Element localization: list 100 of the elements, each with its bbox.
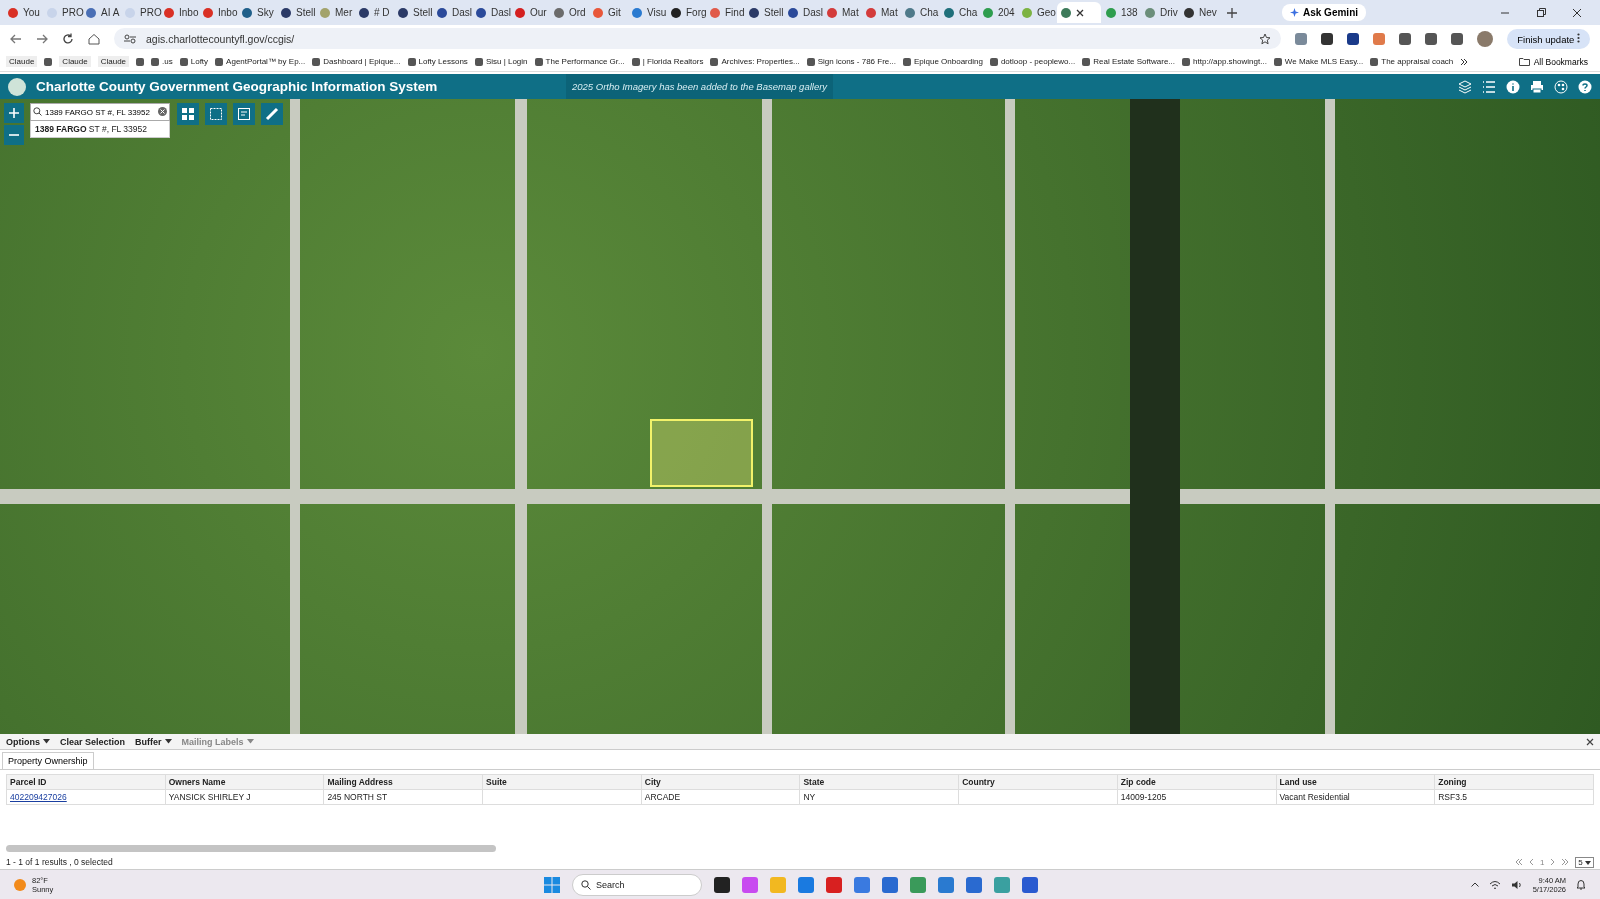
- volume-icon[interactable]: [1510, 879, 1523, 890]
- browser-tab[interactable]: Geo: [1018, 2, 1056, 23]
- first-page-icon[interactable]: [1514, 858, 1523, 866]
- bookmark[interactable]: Archives: Properties...: [710, 57, 800, 66]
- note-icon[interactable]: [237, 107, 251, 121]
- column-header[interactable]: City: [641, 774, 800, 790]
- search-field[interactable]: 1389 FARGO ST #, FL 33952: [30, 103, 170, 121]
- new-tab-icon[interactable]: [1227, 7, 1237, 18]
- bookmark[interactable]: | Florida Realtors: [631, 57, 704, 66]
- bookmark[interactable]: Lofty Lessons: [407, 57, 468, 66]
- column-header[interactable]: Mailing Address: [323, 774, 483, 790]
- bookmark[interactable]: http://app.showingt...: [1182, 57, 1267, 66]
- browser-tab[interactable]: Stell: [394, 2, 432, 23]
- last-page-icon[interactable]: [1561, 858, 1570, 866]
- browser-tab[interactable]: Visu: [628, 2, 666, 23]
- home-icon[interactable]: [88, 32, 100, 45]
- column-header[interactable]: Land use: [1276, 774, 1435, 790]
- app-icon[interactable]: [714, 876, 730, 893]
- extension-icon[interactable]: [1347, 32, 1360, 45]
- column-header[interactable]: State: [799, 774, 959, 790]
- browser-tab[interactable]: Stell: [745, 2, 783, 23]
- windows-start-icon[interactable]: [544, 876, 560, 893]
- back-icon[interactable]: [10, 33, 22, 44]
- column-header[interactable]: Country: [958, 774, 1118, 790]
- taskbar-search[interactable]: Search: [572, 873, 702, 896]
- browser-tab[interactable]: Mat: [823, 2, 861, 23]
- layers-icon[interactable]: [1458, 79, 1472, 94]
- close-tab-icon[interactable]: [1076, 8, 1084, 17]
- bookmark[interactable]: Sign icons - 786 Fre...: [806, 57, 896, 66]
- profile-avatar[interactable]: [1477, 30, 1494, 47]
- active-browser-tab[interactable]: [1057, 2, 1101, 23]
- finish-update-button[interactable]: Finish update: [1507, 28, 1590, 49]
- star-icon[interactable]: [1259, 32, 1272, 45]
- ask-gemini-button[interactable]: Ask Gemini: [1282, 4, 1367, 21]
- column-header[interactable]: Zoning: [1434, 774, 1594, 790]
- toolbar-button[interactable]: Clear Selection: [60, 736, 126, 747]
- reload-icon[interactable]: [62, 32, 74, 45]
- browser-tab[interactable]: # D: [355, 2, 393, 23]
- scrollbar-thumb[interactable]: [6, 845, 496, 852]
- browser-tab[interactable]: Nev: [1180, 2, 1218, 23]
- browser-tab[interactable]: Dasl: [784, 2, 822, 23]
- network-icon[interactable]: [1488, 879, 1501, 890]
- more-bookmarks-icon[interactable]: [1460, 57, 1469, 66]
- zoom-in-icon[interactable]: [9, 108, 19, 118]
- print-icon[interactable]: [1530, 79, 1544, 94]
- browser-tab[interactable]: Cha: [940, 2, 978, 23]
- address-bar[interactable]: agis.charlottecountyfl.gov/ccgis/: [114, 28, 1282, 49]
- column-header[interactable]: Suite: [482, 774, 642, 790]
- toolbar-button[interactable]: Buffer: [135, 736, 172, 747]
- toolbar-button[interactable]: Options: [6, 736, 50, 747]
- extension-icon[interactable]: [1321, 32, 1334, 45]
- browser-tab[interactable]: Cha: [901, 2, 939, 23]
- browser-tab[interactable]: 204: [979, 2, 1017, 23]
- bookmark-icon[interactable]: [44, 57, 53, 66]
- next-page-icon[interactable]: [1550, 858, 1556, 866]
- page-number[interactable]: 1: [1539, 857, 1545, 867]
- browser-tab[interactable]: Mer: [316, 2, 354, 23]
- browser-tab[interactable]: Forg: [667, 2, 705, 23]
- browser-tab[interactable]: Dasl: [433, 2, 471, 23]
- bookmark[interactable]: .us: [151, 57, 173, 66]
- bookmark[interactable]: Epique Onboarding: [902, 57, 983, 66]
- all-bookmarks-button[interactable]: All Bookmarks: [1512, 55, 1594, 68]
- ruler-icon[interactable]: [265, 107, 279, 121]
- restore-icon[interactable]: [1536, 7, 1546, 18]
- browser-tab[interactable]: Inbo: [199, 2, 237, 23]
- column-header[interactable]: Parcel ID: [6, 774, 166, 790]
- browser-tab[interactable]: Driv: [1141, 2, 1179, 23]
- browser-tab[interactable]: Stell: [277, 2, 315, 23]
- bookmark[interactable]: Claude: [97, 56, 130, 67]
- help-icon[interactable]: [1578, 79, 1592, 94]
- browser-tab[interactable]: Find: [706, 2, 744, 23]
- browser-tab[interactable]: Ord: [550, 2, 588, 23]
- bookmark[interactable]: We Make MLS Easy...: [1273, 57, 1364, 66]
- close-icon[interactable]: [1572, 7, 1582, 18]
- extension-icon[interactable]: [1451, 32, 1464, 45]
- bookmark[interactable]: The Performance Gr...: [534, 57, 625, 66]
- extension-icon[interactable]: [1425, 32, 1438, 45]
- show-hidden-icons-icon[interactable]: [1470, 882, 1479, 887]
- browser-tab[interactable]: Mat: [862, 2, 900, 23]
- bookmark[interactable]: dotloop - peoplewo...: [989, 57, 1076, 66]
- list-icon[interactable]: [1482, 79, 1496, 94]
- info-icon[interactable]: [1506, 79, 1520, 94]
- grid-icon[interactable]: [181, 107, 195, 121]
- browser-tab[interactable]: You: [4, 2, 42, 23]
- browser-tab[interactable]: Dasl: [472, 2, 510, 23]
- browser-tab[interactable]: Our: [511, 2, 549, 23]
- browser-tab[interactable]: Git: [589, 2, 627, 23]
- bookmark-icon[interactable]: [136, 57, 145, 66]
- extension-icon[interactable]: [1399, 32, 1412, 45]
- page-size-select[interactable]: 5: [1575, 856, 1594, 868]
- bookmark[interactable]: Claude: [59, 56, 91, 67]
- panel-tab[interactable]: Property Ownership: [2, 752, 94, 769]
- browser-tab[interactable]: Sky: [238, 2, 276, 23]
- column-header[interactable]: Owners Name: [165, 774, 324, 790]
- search-suggestion[interactable]: 1389 FARGO ST #, FL 33952: [30, 121, 170, 138]
- close-icon[interactable]: [1586, 737, 1594, 746]
- bookmark[interactable]: AgentPortal™ by Ep...: [215, 57, 306, 66]
- clear-icon[interactable]: [158, 107, 167, 116]
- bookmark[interactable]: Claude: [6, 56, 38, 67]
- previous-page-icon[interactable]: [1528, 858, 1534, 866]
